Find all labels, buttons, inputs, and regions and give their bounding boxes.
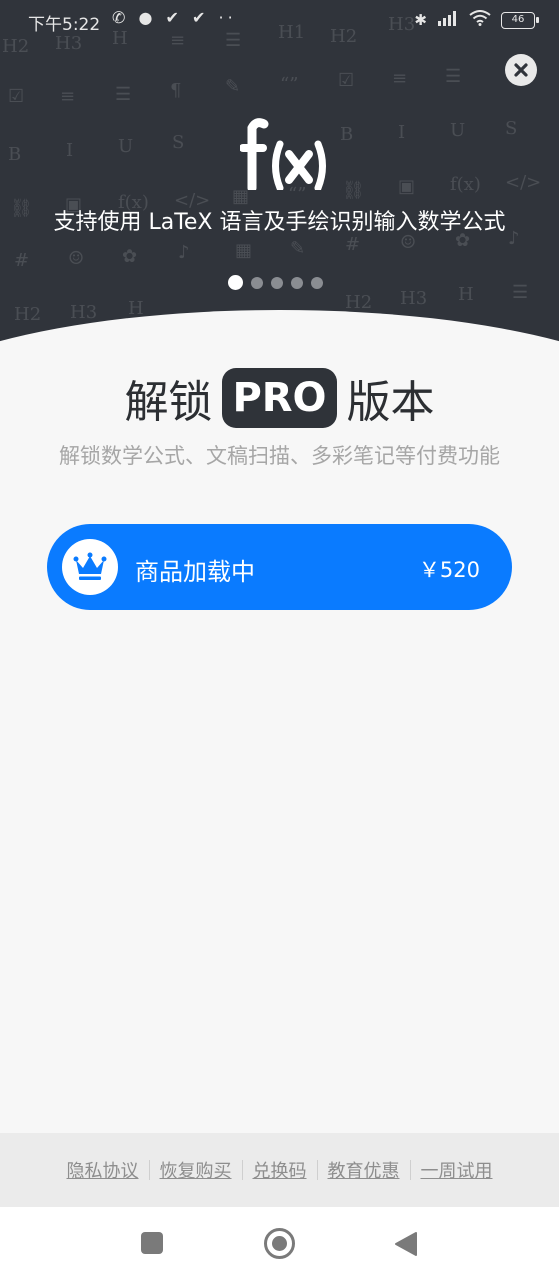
bluetooth-icon: ✱ [414, 11, 427, 29]
purchase-label: 商品加载中 [135, 558, 255, 586]
recent-apps-icon[interactable] [141, 1232, 163, 1254]
page-title: 解锁 PRO 版本 [0, 366, 559, 430]
carousel-pager[interactable] [228, 275, 323, 290]
status-time: 下午5:22 [28, 15, 101, 35]
system-nav-bar [0, 1207, 559, 1280]
page-subtitle: 解锁数学公式、文稿扫描、多彩笔记等付费功能 [59, 444, 500, 468]
battery-icon: 46 [501, 11, 539, 29]
pager-dot[interactable] [271, 276, 283, 289]
close-button[interactable] [505, 54, 537, 86]
privacy-link[interactable]: 隐私协议 [57, 1157, 149, 1183]
signal-icon [437, 10, 459, 30]
pro-badge: PRO [222, 368, 337, 428]
title-suffix: 版本 [346, 377, 435, 428]
close-icon [514, 63, 528, 77]
crown-badge [62, 539, 118, 595]
home-icon[interactable] [264, 1228, 295, 1259]
back-icon[interactable] [394, 1231, 418, 1261]
purchase-price: ￥520 [418, 558, 480, 582]
purchase-button[interactable]: 商品加载中 ￥520 [47, 524, 512, 610]
pager-dot[interactable] [311, 276, 323, 289]
free-trial-link[interactable]: 一周试用 [411, 1157, 503, 1183]
formula-logo [239, 118, 336, 194]
footer-links: 隐私协议 恢复购买 兑换码 教育优惠 一周试用 [0, 1133, 559, 1207]
pager-dot[interactable] [251, 276, 263, 289]
notification-icons: ✆ ● ✔ ✔ ·· [112, 8, 237, 27]
title-prefix: 解锁 [124, 377, 213, 428]
crown-icon [73, 552, 107, 580]
status-bar: 下午5:22 ✆ ● ✔ ✔ ·· ✱ 46 [0, 0, 559, 42]
pager-dot[interactable] [228, 275, 243, 290]
wifi-icon [469, 10, 491, 30]
pager-dot[interactable] [291, 276, 303, 289]
status-right: ✱ 46 [414, 10, 539, 30]
education-discount-link[interactable]: 教育优惠 [318, 1157, 410, 1183]
restore-purchase-link[interactable]: 恢复购买 [150, 1157, 242, 1183]
feature-description: 支持使用 LaTeX 语言及手绘识别输入数学公式 [53, 210, 506, 235]
redeem-code-link[interactable]: 兑换码 [243, 1157, 317, 1183]
